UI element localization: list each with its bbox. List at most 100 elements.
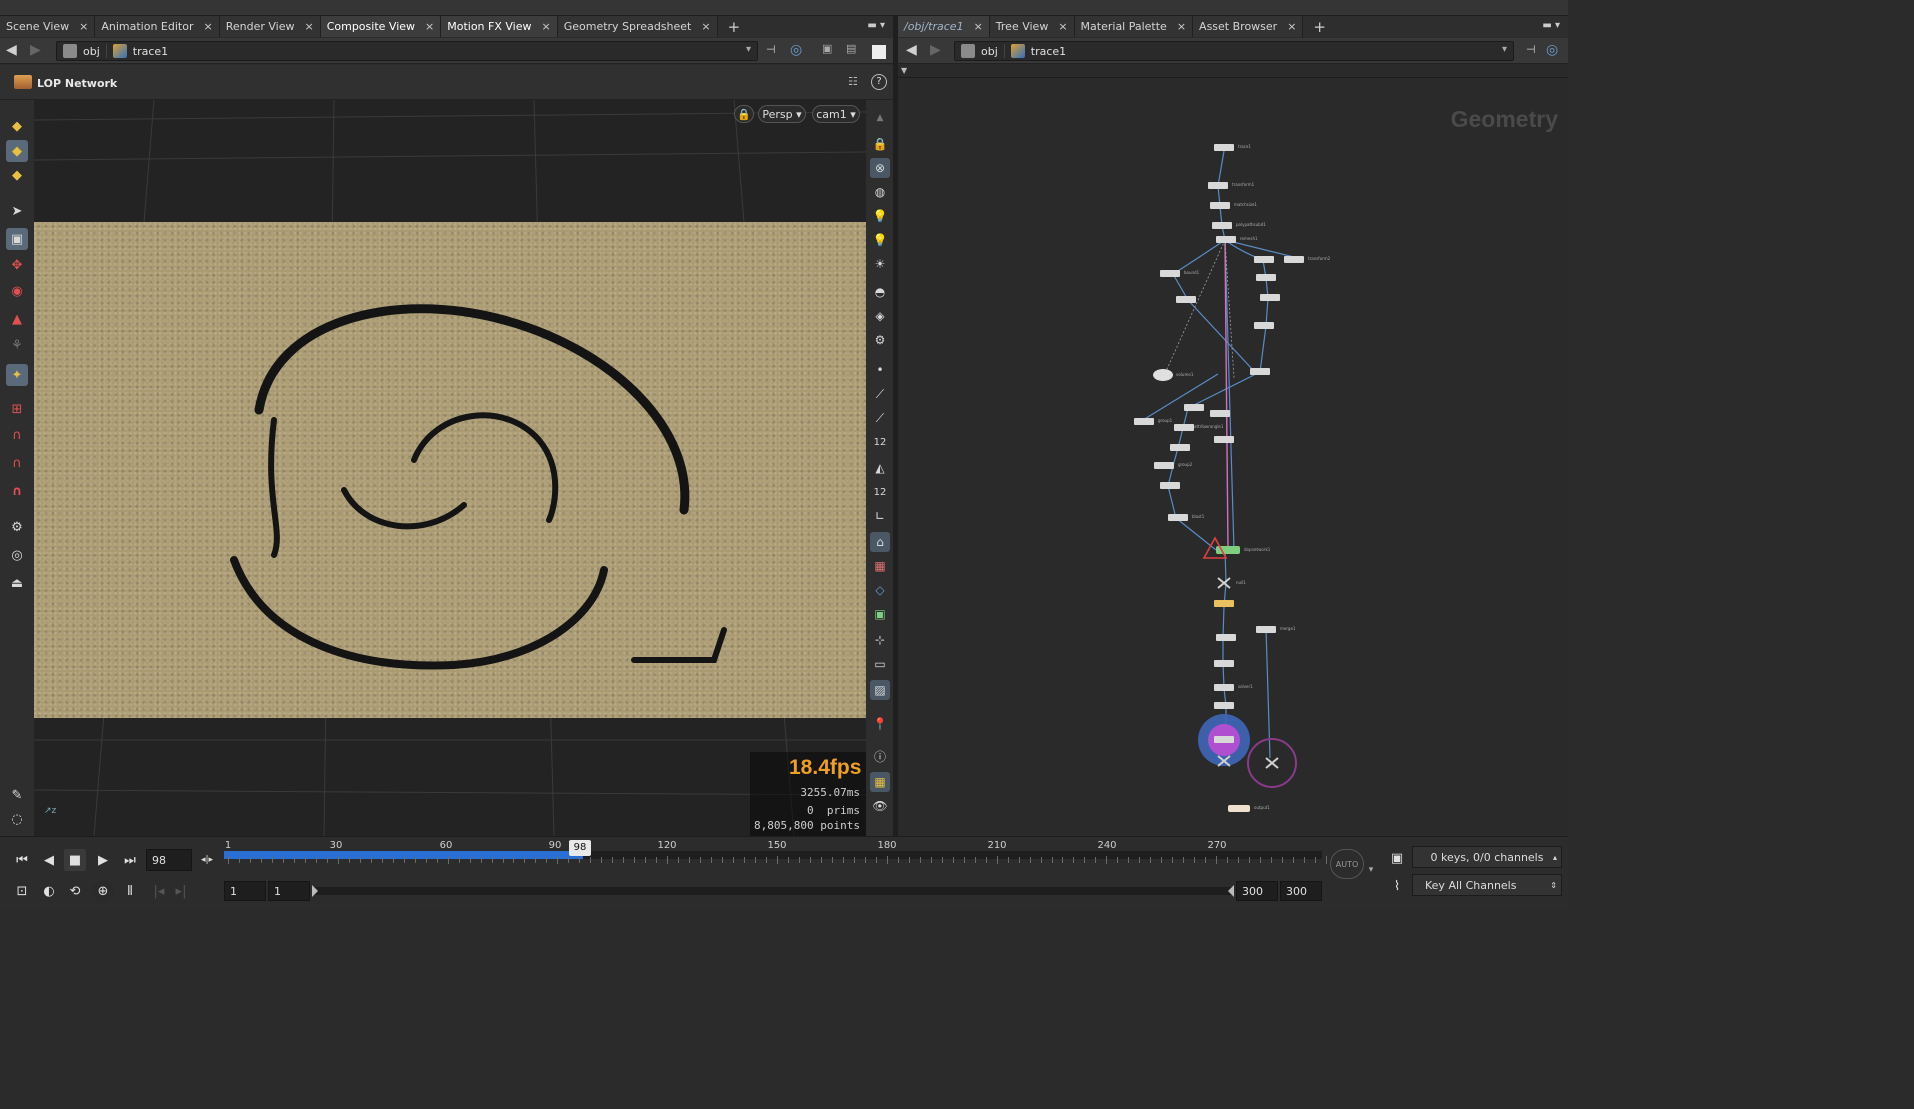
range-handle-left[interactable] [312,885,318,897]
play-icon[interactable]: ▶ [92,849,114,871]
realtime-icon[interactable]: ◐ [38,880,60,902]
point-display-icon[interactable]: • [870,360,890,380]
select-icon[interactable]: ➤ [6,200,28,222]
range-slider[interactable] [312,885,1234,897]
render-region-icon[interactable]: ✎ [6,784,28,806]
flipbook-icon[interactable]: ⏏ [6,572,28,594]
guide-icon[interactable]: ▣ [870,604,890,624]
tab-render-view[interactable]: Render View × [219,16,321,37]
close-icon[interactable]: × [204,20,213,33]
camera-dropdown[interactable]: cam1 ▾ [812,105,860,123]
node-label[interactable]: remesh1 [1240,236,1258,241]
magnet-icon[interactable]: ∩ [6,480,28,502]
snap-grid-icon[interactable]: ⊞ [6,398,28,420]
path-segment-obj[interactable]: obj [57,44,106,58]
chevron-down-icon[interactable]: ▾ [746,44,751,55]
node-label[interactable]: transform2 [1308,256,1330,261]
tab-scene-view[interactable]: Scene View × [0,16,96,37]
range-end-visible-field[interactable]: 300 [1236,881,1278,901]
node-label[interactable]: output1 [1254,805,1270,810]
node-label[interactable]: matchsize1 [1234,202,1257,207]
current-frame-marker[interactable]: 98 [569,840,591,856]
display-flags-icon[interactable]: ◌ [6,808,28,830]
move-tool-icon[interactable]: ✥ [6,254,28,276]
step-back-icon[interactable]: ◀ [38,849,60,871]
next-key-icon[interactable]: ▸| [170,880,192,902]
wireframe-mode-button[interactable]: ◆ [6,164,28,186]
network-editor[interactable]: Geometry trace1 transform1 matchsize1 po… [898,78,1568,836]
prev-key-icon[interactable]: |◂ [148,880,170,902]
tab-asset-browser[interactable]: Asset Browser × [1193,16,1304,37]
handle-tool-icon[interactable]: ✦ [6,364,28,386]
node-label[interactable]: group1 [1158,418,1172,423]
loop-icon[interactable]: ⟲ [64,880,86,902]
headlight-icon[interactable]: 💡 [870,230,890,250]
tab-material-palette[interactable]: Material Palette × [1074,16,1194,37]
node-label[interactable]: volume1 [1176,372,1193,377]
ruler-icon[interactable]: ⫴ [119,880,141,902]
background-icon[interactable]: ◍ [870,182,890,202]
forward-arrow-icon[interactable]: ▶ [930,42,941,58]
graph-editor-icon[interactable]: ⌇ [1386,875,1408,897]
node-label[interactable]: polypathsubd1 [1236,222,1266,227]
path-segment-node[interactable]: trace1 [1003,44,1072,58]
pin-icon[interactable]: 📍 [870,714,890,734]
help-icon[interactable]: ? [871,74,887,90]
reflections-icon[interactable]: ◈ [870,306,890,326]
node-label[interactable]: group2 [1178,462,1192,467]
uv-display-icon[interactable]: ∟ [870,506,890,526]
view-tool-icon[interactable]: ◎ [6,544,28,566]
close-icon[interactable]: × [1287,20,1296,33]
handles-icon[interactable]: ⊹ [870,630,890,650]
path-field[interactable]: obj trace1 ▾ [954,41,1514,61]
jump-to-end-icon[interactable]: ⏭ [119,849,141,871]
pose-tool-icon[interactable]: ⚘ [6,334,28,356]
pane-menu-icon[interactable]: ▬ ▾ [1542,20,1560,31]
close-icon[interactable]: × [701,20,710,33]
info-icon[interactable]: ⓘ [870,746,890,766]
keys-channels-status[interactable]: 0 keys, 0/0 channels ▴ [1412,846,1562,868]
rotate-tool-icon[interactable]: ◉ [6,280,28,302]
prim-numbers-icon[interactable]: 12 [870,482,890,502]
texture-icon[interactable]: ▦ [870,556,890,576]
path-segment-obj[interactable]: obj [955,44,1004,58]
normals-icon[interactable]: ⟋ [870,384,890,404]
stop-icon[interactable]: ■ [64,849,86,871]
tab-composite-view[interactable]: Composite View × [320,16,442,37]
lock-icon[interactable]: 🔒 [870,134,890,154]
tab-obj-trace1[interactable]: /obj/trace1 × [898,16,990,37]
eye-icon[interactable]: 👁 [870,796,890,816]
point-numbers-icon[interactable]: 12 [870,432,890,452]
vector-display-icon[interactable]: ⟋ [870,408,890,428]
scale-tool-icon[interactable]: ▲ [6,308,28,330]
display-mode-button[interactable]: ◆ [6,115,28,137]
node-label[interactable]: trace1 [1238,144,1251,149]
shaded-mode-button[interactable]: ◆ [6,140,28,162]
chevron-down-icon[interactable]: ▾ [1502,44,1507,55]
audio-icon[interactable]: ⊡ [11,880,33,902]
camera-mode-dropdown[interactable]: Persp ▾ [758,105,806,123]
node-label[interactable]: attribwrangle1 [1194,424,1223,429]
lock-camera-button[interactable]: 🔒 [734,105,754,123]
link-icon[interactable]: ◎ [790,42,802,58]
range-start-field[interactable]: 1 [224,881,266,901]
tab-tree-view[interactable]: Tree View × [989,16,1075,37]
lighting-mode-icon[interactable]: ☀ [870,254,890,274]
global-animation-icon[interactable]: ⊕ [92,880,114,902]
white-square-icon[interactable] [872,45,886,59]
render-settings-icon[interactable]: ⚙ [870,330,890,350]
range-handle-right[interactable] [1228,885,1234,897]
3d-viewport[interactable]: 🔒 Persp ▾ cam1 ▾ ↗z 18.4fps 3255.07ms 0 … [34,100,866,836]
layout-grid-icon[interactable]: ▦ [870,772,890,792]
close-icon[interactable]: × [79,20,88,33]
ghost-other-objects-icon[interactable]: ⊗ [870,158,890,178]
dopesheet-icon[interactable]: ▣ [1386,847,1408,869]
shadows-icon[interactable]: ◓ [870,282,890,302]
close-icon[interactable]: × [1058,20,1067,33]
pin-icon[interactable]: ⊣ [766,43,776,56]
node-label[interactable]: bound1 [1184,270,1199,275]
chevron-down-icon[interactable]: ▾ [1360,859,1382,881]
hull-display-icon[interactable]: ⌂ [870,532,890,552]
frame-step-icon[interactable]: ◂|▸ [194,849,220,871]
tab-geometry-spreadsheet[interactable]: Geometry Spreadsheet × [557,16,718,37]
